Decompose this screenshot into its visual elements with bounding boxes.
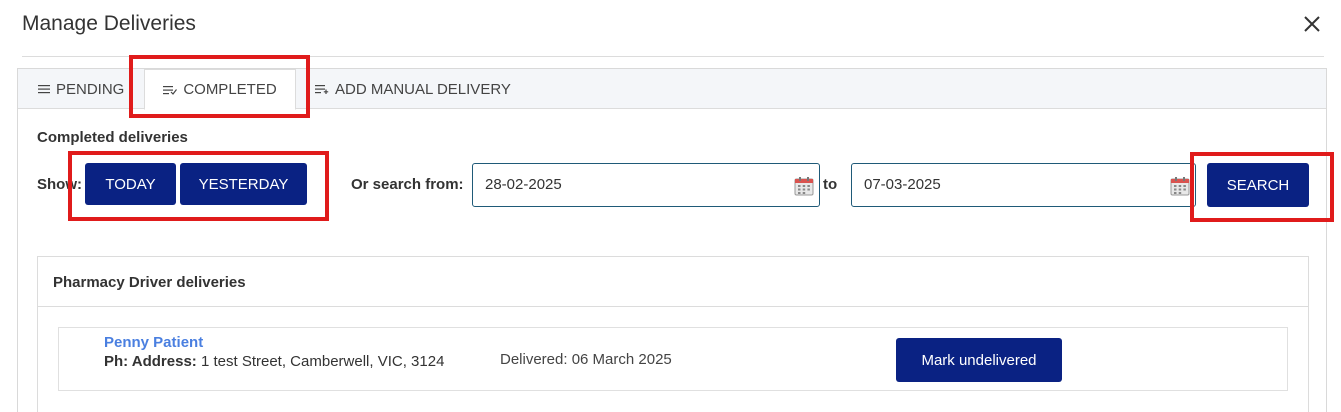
delivered-date: Delivered: 06 March 2025: [500, 351, 672, 368]
tab-add-manual-delivery[interactable]: ADD MANUAL DELIVERY: [315, 69, 511, 109]
close-button[interactable]: [1300, 12, 1324, 36]
delivery-item: Penny Patient Ph: Address: 1 test Street…: [58, 327, 1288, 391]
mark-undelivered-button[interactable]: Mark undelivered: [896, 338, 1062, 382]
search-button[interactable]: SEARCH: [1207, 163, 1309, 207]
list-icon: [38, 85, 50, 94]
search-from-label: Or search from:: [351, 176, 464, 193]
section-title: Completed deliveries: [37, 129, 188, 146]
address-label: Ph: Address:: [104, 353, 197, 370]
to-date-field[interactable]: [851, 163, 1196, 207]
calendar-icon[interactable]: [794, 176, 814, 196]
address-value: 1 test Street, Camberwell, VIC, 3124: [200, 353, 445, 370]
tab-label: COMPLETED: [183, 81, 277, 98]
list-check-icon: [163, 85, 178, 95]
patient-name-link[interactable]: Penny Patient: [104, 334, 203, 351]
card-header: Pharmacy Driver deliveries: [38, 257, 1308, 307]
to-label: to: [823, 176, 838, 193]
from-date-field[interactable]: [472, 163, 820, 207]
close-icon[interactable]: [1300, 12, 1324, 36]
yesterday-button[interactable]: YESTERDAY: [180, 163, 307, 205]
modal-title: Manage Deliveries: [22, 12, 196, 35]
to-date-input[interactable]: [864, 176, 1144, 193]
modal-header: Manage Deliveries: [22, 0, 1324, 57]
tab-label: ADD MANUAL DELIVERY: [335, 80, 511, 98]
tab-completed[interactable]: COMPLETED: [144, 69, 296, 110]
show-label: Show:: [37, 176, 82, 193]
tab-label: PENDING: [56, 80, 125, 98]
card-title: Pharmacy Driver deliveries: [53, 274, 246, 291]
tab-bar: PENDING COMPLETED ADD MANUAL DELIVERY: [18, 69, 1326, 110]
patient-address: Ph: Address: 1 test Street, Camberwell, …: [104, 353, 444, 370]
list-add-icon: [315, 85, 329, 94]
from-date-input[interactable]: [485, 176, 765, 193]
calendar-icon[interactable]: [1170, 176, 1190, 196]
today-button[interactable]: TODAY: [85, 163, 176, 205]
tab-pending[interactable]: PENDING: [38, 69, 124, 109]
